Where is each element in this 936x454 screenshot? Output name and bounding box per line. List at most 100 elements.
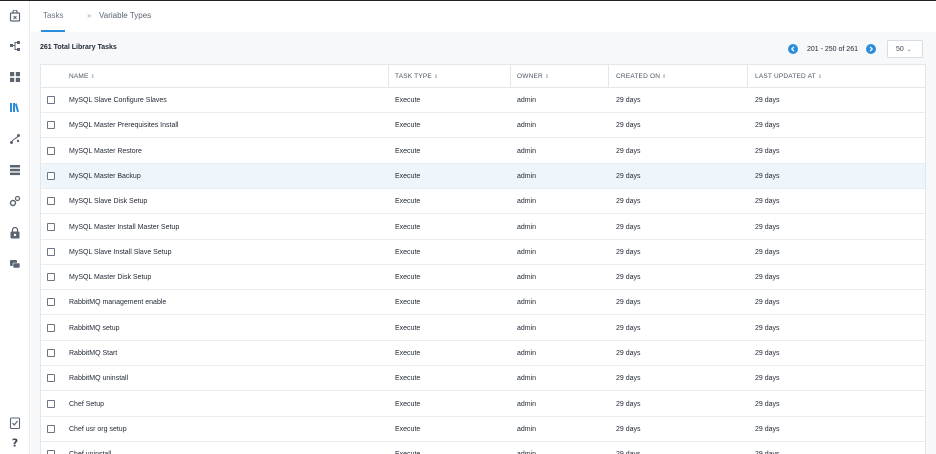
settings-icon[interactable] [8,194,22,208]
sort-icon: ⇕ [544,74,550,80]
last-updated-cell: 29 days [755,223,780,231]
last-updated-cell: 29 days [755,350,780,357]
table-row[interactable]: MySQL Master Disk Setup Execute admin 29 da… [41,265,925,291]
table-row[interactable]: MySQL Slave Install Slave Setup Execute ad… [41,240,925,265]
last-updated-cell: 29 days [755,248,780,256]
row-checkbox[interactable] [47,374,55,383]
marketplace-bag-icon[interactable] [8,9,22,23]
row-checkbox[interactable] [47,96,55,104]
table-row[interactable]: RabbitMQ Start Execute admin 29 days 29 days [41,341,925,366]
tasks-checklist-icon[interactable] [8,416,22,430]
created-on-cell: 29 days [616,122,641,130]
row-checkbox[interactable] [47,247,55,256]
applications-icon[interactable] [8,70,22,84]
last-updated-cell: 29 days [755,198,780,206]
created-on-cell: 29 days [616,198,641,206]
task-name-cell[interactable]: MySQL Slave Install Slave Setup [69,240,171,265]
task-name-cell[interactable]: MySQL Master Backup [69,164,141,189]
sort-icon: ⇕ [662,74,667,80]
previous-page-button[interactable] [788,44,798,54]
column-header-name[interactable]: NAME ⇕ [69,65,95,88]
task-type-cell: Execute [395,425,421,433]
table-row[interactable]: RabbitMQ uninstall Execute admin 29 days 29 … [41,366,925,392]
last-updated-cell: 29 days [755,122,780,130]
row-checkbox[interactable] [47,424,55,433]
row-checkbox[interactable] [47,222,55,231]
chevron-down-icon: ⌄ [906,46,912,53]
table-row[interactable]: Chef uninstall Execute admin 29 days 29 days [41,442,925,454]
next-page-button[interactable] [866,44,876,54]
tab-tasks[interactable]: Tasks [43,11,63,20]
blueprints-icon[interactable] [8,39,22,53]
pagination-range: 201 - 250 of 261 [807,45,858,53]
task-type-cell: Execute [395,274,421,282]
table-row[interactable]: MySQL Slave Configure Slaves Execute admin… [41,88,925,113]
owner-cell: admin [517,97,537,104]
table-row[interactable]: Chef usr org setup Execute admin 29 days 29 … [41,417,925,442]
total-tasks-label: 261 Total Library Tasks [40,44,117,51]
owner-cell: admin [517,350,537,357]
task-name-cell[interactable]: MySQL Master Disk Setup [69,265,151,290]
row-checkbox[interactable] [47,323,55,332]
task-name-cell[interactable]: RabbitMQ Start [69,341,117,366]
task-type-cell: Execute [395,172,421,180]
row-checkbox[interactable] [47,273,55,282]
task-name-cell[interactable]: Chef uninstall [69,442,111,454]
task-name-cell[interactable]: MySQL Slave Configure Slaves [69,88,167,113]
task-name-cell[interactable]: RabbitMQ setup [69,316,120,341]
table-row[interactable]: MySQL Master Prerequisites Install Execut… [41,113,925,139]
task-name-cell[interactable]: MySQL Master Prerequisites Install [69,113,178,138]
table-row[interactable]: RabbitMQ management enable Execute admin 29… [41,290,925,316]
table-row[interactable]: MySQL Master Restore Execute admin 29 days 2… [41,139,925,164]
task-type-cell: Execute [395,442,420,454]
row-checkbox[interactable] [47,399,55,408]
owner-cell: admin [517,223,537,231]
owner-cell: admin [517,198,537,206]
library-icon[interactable] [8,100,22,114]
row-checkbox[interactable] [47,171,55,180]
task-name-cell[interactable]: MySQL Slave Disk Setup [69,189,147,214]
row-checkbox[interactable] [47,197,55,206]
runbooks-icon[interactable] [8,132,22,146]
column-header-task-type[interactable]: TASK TYPE ⇕ [395,65,438,88]
table-row[interactable]: RabbitMQ setup Execute admin 29 days 29 days [41,316,925,341]
endpoints-icon[interactable] [8,163,22,177]
policies-icon[interactable] [8,226,22,240]
task-name-cell[interactable]: Chef usr org setup [69,417,127,442]
tab-variable-types[interactable]: Variable Types [99,11,151,20]
task-name-cell[interactable]: RabbitMQ management enable [69,290,166,315]
sort-icon: ⇕ [817,74,823,80]
table-row[interactable]: MySQL Slave Disk Setup Execute admin 29 day… [41,189,925,215]
column-divider [388,65,389,88]
task-name-cell[interactable]: Chef Setup [69,392,104,417]
row-checkbox[interactable] [47,298,55,307]
created-on-cell: 29 days [616,147,641,155]
table-row[interactable]: MySQL Master Backup Execute admin 29 days 29… [41,163,925,189]
last-updated-cell: 29 days [755,400,780,408]
row-checkbox[interactable] [47,349,55,357]
page-size-select[interactable]: 50 ⌄ [887,40,923,58]
svg-text:?: ? [12,437,18,449]
task-name-cell[interactable]: MySQL Master Install Master Setup [69,215,179,240]
task-name-cell[interactable]: RabbitMQ uninstall [69,366,128,391]
row-checkbox[interactable] [47,450,55,454]
row-checkbox[interactable] [47,146,55,155]
table-row[interactable]: MySQL Master Install Master Setup Execute… [41,215,925,240]
column-header-owner[interactable]: OWNER ⇕ [517,65,549,88]
column-divider [608,65,609,88]
last-updated-cell: 29 days [755,97,780,104]
task-type-cell: Execute [395,122,421,130]
help-icon[interactable]: ? [8,435,22,449]
column-header-last-updated-at[interactable]: LAST UPDATED AT ⇕ [755,65,822,88]
tasks-table: NAME ⇕ TASK TYPE ⇕ OWNER ⇕ CREATED ON ⇕ LAST… [40,64,926,454]
task-name-cell[interactable]: MySQL Master Restore [69,139,142,164]
created-on-cell: 29 days [616,400,641,408]
main-content: Tasks » Variable Types 261 Total Library… [31,1,936,454]
row-checkbox[interactable] [47,121,55,130]
sidebar: ? [0,1,30,454]
created-on-cell: 29 days [616,425,641,433]
pagination: 201 - 250 of 261 [788,42,876,56]
table-row[interactable]: Chef Setup Execute admin 29 days 29 days [41,392,925,417]
column-header-created-on[interactable]: CREATED ON ⇕ [616,65,667,88]
chat-icon[interactable] [8,257,22,271]
